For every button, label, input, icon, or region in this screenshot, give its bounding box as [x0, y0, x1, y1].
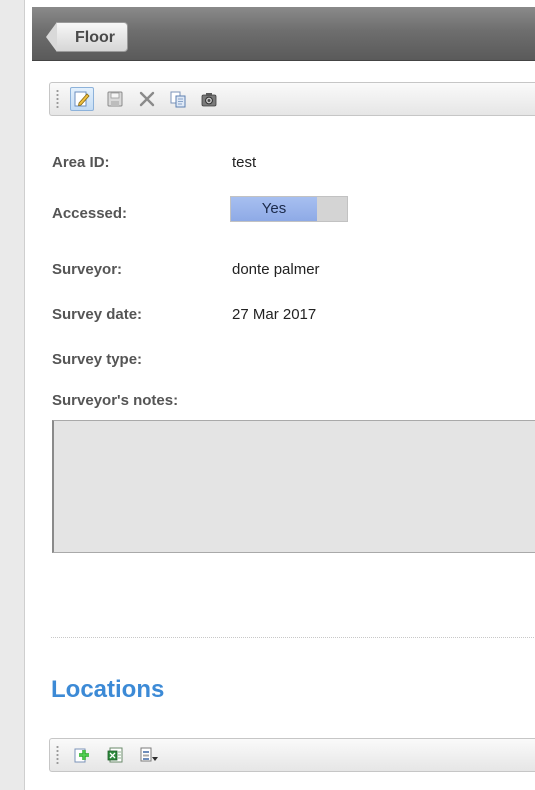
- locations-title: Locations: [51, 676, 165, 703]
- edit-button[interactable]: [70, 87, 94, 111]
- surveyor-value: donte palmer: [232, 261, 320, 278]
- survey-date-label: Survey date:: [52, 306, 143, 323]
- export-excel-button[interactable]: [103, 743, 127, 767]
- header-bar: Floor: [32, 7, 535, 61]
- cancel-button[interactable]: [135, 87, 159, 111]
- toolbar-grip: [56, 89, 59, 109]
- area-toolbar: [49, 82, 535, 116]
- document-dropdown-icon: [139, 746, 159, 764]
- surveyor-notes-label: Surveyor's notes:: [52, 392, 179, 409]
- report-dropdown-button[interactable]: [137, 743, 161, 767]
- close-icon: [138, 90, 156, 108]
- back-button-floor[interactable]: Floor: [46, 22, 128, 52]
- survey-date-value: 27 Mar 2017: [232, 306, 317, 323]
- survey-type-label: Survey type:: [52, 351, 143, 368]
- surveyor-notes-field[interactable]: [52, 420, 535, 553]
- accessed-toggle-yes: Yes: [231, 197, 317, 221]
- toolbar-grip: [56, 745, 59, 765]
- accessed-label: Accessed:: [52, 205, 128, 222]
- camera-button[interactable]: [197, 87, 221, 111]
- save-button[interactable]: [103, 87, 127, 111]
- area-id-value: test: [232, 154, 257, 171]
- edit-icon: [73, 90, 91, 108]
- area-panel: Floor Area ID: test Accessed: Yes Survey…: [24, 0, 535, 790]
- add-location-button[interactable]: [70, 743, 94, 767]
- add-icon: [73, 746, 91, 764]
- copy-icon: [169, 90, 187, 108]
- area-id-label: Area ID:: [52, 154, 110, 171]
- copy-button[interactable]: [166, 87, 190, 111]
- save-icon: [106, 90, 124, 108]
- section-divider: [51, 637, 535, 638]
- accessed-toggle[interactable]: Yes: [230, 196, 348, 222]
- excel-export-icon: [106, 746, 124, 764]
- locations-toolbar: [49, 738, 535, 772]
- surveyor-label: Surveyor:: [52, 261, 123, 278]
- camera-icon: [200, 90, 218, 108]
